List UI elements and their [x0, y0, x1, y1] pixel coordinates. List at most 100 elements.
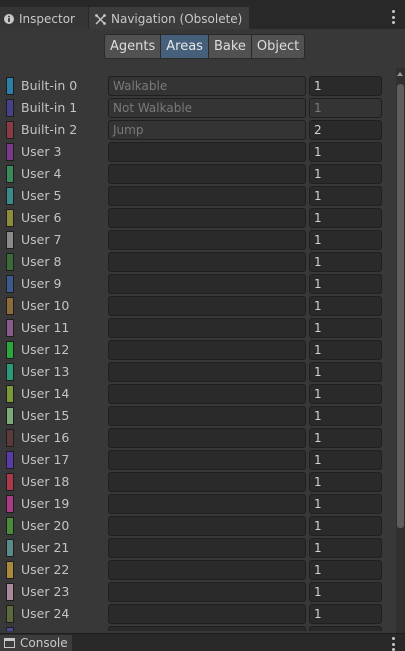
tab-inspector[interactable]: Inspector — [0, 7, 88, 29]
area-label: User 6 — [21, 210, 62, 225]
area-label: Built-in 1 — [21, 100, 78, 115]
area-cost-field[interactable]: 1 — [309, 626, 382, 631]
area-name-field[interactable] — [108, 582, 306, 602]
area-row: User 21 1 — [0, 537, 395, 559]
area-cost-field[interactable]: 1 — [309, 340, 382, 360]
area-name-field[interactable] — [108, 626, 306, 631]
area-color-swatch[interactable] — [6, 209, 14, 227]
area-name-field[interactable] — [108, 384, 306, 404]
area-label: User 11 — [21, 320, 70, 335]
area-cost-field[interactable]: 1 — [309, 318, 382, 338]
area-color-swatch[interactable] — [6, 385, 14, 403]
area-color-swatch[interactable] — [6, 275, 14, 293]
area-cost-field[interactable]: 1 — [309, 428, 382, 448]
area-cost-field[interactable]: 1 — [309, 450, 382, 470]
area-cost-field[interactable]: 1 — [309, 604, 382, 624]
area-color-swatch[interactable] — [6, 451, 14, 469]
scrollbar-thumb[interactable] — [397, 84, 404, 528]
area-color-swatch[interactable] — [6, 319, 14, 337]
area-cost-field[interactable]: 1 — [309, 406, 382, 426]
area-name-field[interactable] — [108, 362, 306, 382]
area-color-swatch[interactable] — [6, 165, 14, 183]
areas-button[interactable]: Areas — [160, 34, 209, 59]
area-cost-field[interactable]: 1 — [309, 186, 382, 206]
area-color-swatch[interactable] — [6, 231, 14, 249]
area-cost-field[interactable]: 1 — [309, 384, 382, 404]
area-name-field[interactable] — [108, 494, 306, 514]
scroll-up-arrow-icon[interactable] — [397, 72, 403, 76]
bake-button[interactable]: Bake — [207, 34, 252, 59]
area-color-swatch[interactable] — [6, 341, 14, 359]
area-row: User 8 1 — [0, 251, 395, 273]
area-color-swatch[interactable] — [6, 473, 14, 491]
area-cost-field[interactable]: 1 — [309, 208, 382, 228]
area-cost-field[interactable]: 1 — [309, 164, 382, 184]
scrollbar[interactable] — [396, 68, 405, 633]
area-color-swatch[interactable] — [6, 143, 14, 161]
area-cost-field[interactable]: 1 — [309, 472, 382, 492]
area-name-field[interactable] — [108, 164, 306, 184]
area-row: User 22 1 — [0, 559, 395, 581]
area-color-swatch[interactable] — [6, 77, 14, 95]
area-cost-field[interactable]: 1 — [309, 76, 382, 96]
object-button[interactable]: Object — [250, 34, 306, 59]
area-cost-field[interactable]: 2 — [309, 120, 382, 140]
area-name-field[interactable] — [108, 472, 306, 492]
area-color-swatch[interactable] — [6, 121, 14, 139]
area-name-field[interactable] — [108, 230, 306, 250]
area-cost-field[interactable]: 1 — [309, 538, 382, 558]
more-options-icon[interactable] — [392, 10, 396, 24]
area-name-field[interactable] — [108, 428, 306, 448]
tab-navigation[interactable]: Navigation (Obsolete) — [89, 7, 249, 29]
area-cost-field[interactable]: 1 — [309, 230, 382, 250]
area-color-swatch[interactable] — [6, 99, 14, 117]
area-cost-field[interactable]: 1 — [309, 516, 382, 536]
area-color-swatch[interactable] — [6, 605, 14, 623]
area-row: User 23 1 — [0, 581, 395, 603]
area-name-field: Walkable — [108, 76, 306, 96]
area-row: User 13 1 — [0, 361, 395, 383]
area-color-swatch[interactable] — [6, 583, 14, 601]
area-name-field[interactable] — [108, 274, 306, 294]
more-options-icon[interactable] — [392, 637, 396, 651]
area-cost-field[interactable]: 1 — [309, 494, 382, 514]
area-name-field[interactable] — [108, 142, 306, 162]
area-name-field[interactable] — [108, 406, 306, 426]
area-name-field[interactable] — [108, 604, 306, 624]
area-cost-field[interactable]: 1 — [309, 252, 382, 272]
area-cost-field[interactable]: 1 — [309, 582, 382, 602]
area-name-field[interactable] — [108, 560, 306, 580]
area-cost-field[interactable]: 1 — [309, 560, 382, 580]
area-color-swatch[interactable] — [6, 297, 14, 315]
area-color-swatch[interactable] — [6, 517, 14, 535]
console-icon — [4, 638, 15, 648]
area-name-field[interactable] — [108, 516, 306, 536]
area-color-swatch[interactable] — [6, 253, 14, 271]
navigation-icon — [95, 13, 106, 25]
area-name-field[interactable] — [108, 450, 306, 470]
area-label: User 9 — [21, 276, 62, 291]
area-row: User 11 1 — [0, 317, 395, 339]
area-color-swatch[interactable] — [6, 407, 14, 425]
area-color-swatch[interactable] — [6, 495, 14, 513]
area-name-field[interactable] — [108, 296, 306, 316]
area-cost-field[interactable]: 1 — [309, 274, 382, 294]
area-color-swatch[interactable] — [6, 187, 14, 205]
area-color-swatch[interactable] — [6, 429, 14, 447]
area-cost-field[interactable]: 1 — [309, 296, 382, 316]
area-name-field[interactable] — [108, 252, 306, 272]
agents-button[interactable]: Agents — [104, 34, 162, 59]
tab-console[interactable]: Console — [0, 635, 72, 651]
tab-label: Navigation (Obsolete) — [111, 12, 243, 26]
area-name-field[interactable] — [108, 538, 306, 558]
area-cost-field[interactable]: 1 — [309, 142, 382, 162]
area-color-swatch[interactable] — [6, 627, 14, 631]
area-color-swatch[interactable] — [6, 561, 14, 579]
area-name-field[interactable] — [108, 186, 306, 206]
area-color-swatch[interactable] — [6, 539, 14, 557]
area-name-field[interactable] — [108, 340, 306, 360]
area-color-swatch[interactable] — [6, 363, 14, 381]
area-name-field[interactable] — [108, 318, 306, 338]
area-cost-field[interactable]: 1 — [309, 362, 382, 382]
area-name-field[interactable] — [108, 208, 306, 228]
